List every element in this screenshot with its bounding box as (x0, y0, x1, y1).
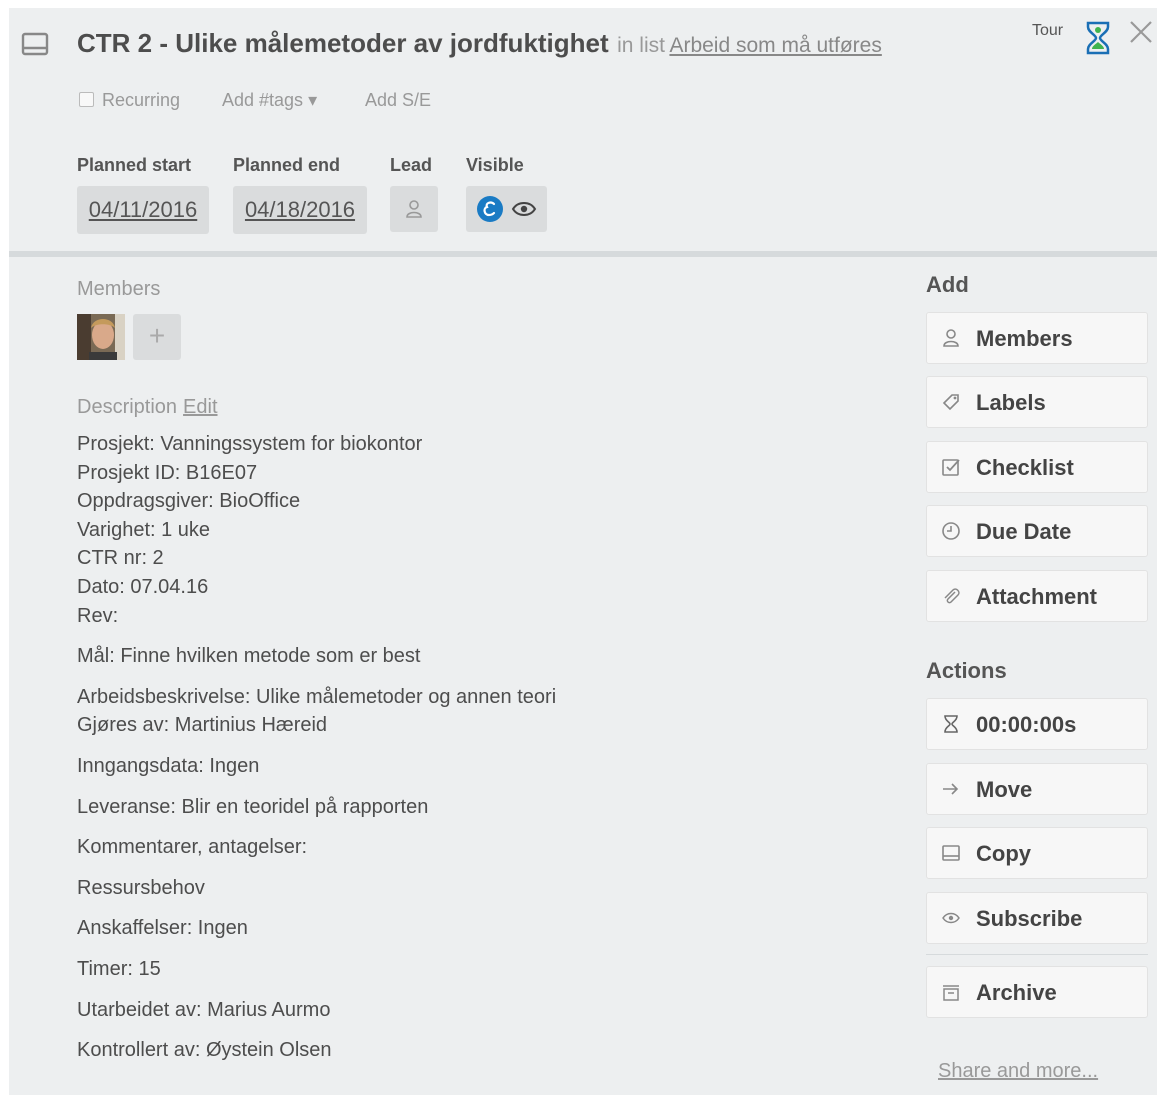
edit-description-link[interactable]: Edit (183, 396, 217, 418)
checklist-icon (942, 459, 960, 476)
share-and-more-link[interactable]: Share and more... (938, 1060, 1098, 1083)
planned-start-field[interactable]: 04/11/2016 (77, 186, 209, 234)
header-divider (9, 251, 1157, 257)
lead-picker[interactable] (390, 186, 438, 232)
copy-label: Copy (976, 841, 1031, 866)
tour-link[interactable]: Tour (1032, 22, 1063, 40)
arrow-right-icon (943, 783, 959, 795)
members-label: Members (77, 278, 161, 300)
description-line: Prosjekt ID: B16E07 (77, 461, 258, 484)
move-label: Move (976, 777, 1033, 802)
planned-start-label: Planned start (77, 155, 192, 175)
archive-label: Archive (976, 980, 1057, 1005)
add-members-label: Members (976, 326, 1073, 351)
planned-end-label: Planned end (233, 155, 341, 175)
description-line: Mål: Finne hvilken metode som er best (77, 645, 421, 668)
description-line: Prosjekt: Vanningssystem for biokontor (77, 433, 423, 455)
description-line: Anskaffelser: Ingen (77, 917, 248, 940)
description-label: Description (77, 396, 178, 418)
subscribe-button[interactable]: Subscribe (926, 892, 1148, 944)
add-checklist-label: Checklist (976, 455, 1074, 480)
description-line: Timer: 15 (77, 957, 161, 980)
in-list-prefix: in list (617, 34, 665, 57)
move-button[interactable]: Move (926, 763, 1148, 815)
tag-icon (942, 394, 959, 411)
description-line: Leveranse: Blir en teoridel på rapporten (77, 795, 429, 818)
card-header: CTR 2 - Ulike målemetoder av jordfuktigh… (9, 8, 1157, 251)
add-checklist-button[interactable]: Checklist (926, 441, 1148, 493)
card-detail-window: CTR 2 - Ulike målemetoder av jordfuktigh… (9, 8, 1157, 1095)
recurring-label: Recurring (102, 90, 181, 110)
description-line: Ressursbehov (77, 876, 205, 899)
close-icon[interactable] (1127, 18, 1155, 46)
description-line: Inngangsdata: Ingen (77, 754, 260, 777)
eye-icon (942, 912, 960, 924)
tour-icon[interactable] (1082, 20, 1114, 56)
card-icon (942, 845, 960, 861)
add-due-date-label: Due Date (976, 519, 1072, 544)
hourglass-icon (944, 715, 958, 733)
list-link[interactable]: Arbeid som må utføres (669, 34, 881, 57)
clock-icon (942, 522, 960, 540)
sidebar-divider (926, 954, 1148, 955)
archive-button[interactable]: Archive (926, 966, 1148, 1018)
description-body: Prosjekt: Vanningssystem for biokontor P… (77, 430, 897, 1065)
add-se-button[interactable]: Add S/E (365, 90, 431, 111)
member-photo (77, 314, 125, 360)
avatar[interactable] (77, 314, 125, 360)
description-line: Gjøres av: Martinius Hæreid (77, 714, 328, 737)
description-header: Description Edit (77, 396, 218, 419)
add-tags-button[interactable]: Add #tags ▾ (222, 90, 317, 111)
visibility-badge-icon (477, 196, 503, 222)
add-attachment-label: Attachment (976, 584, 1098, 609)
add-due-date-button[interactable]: Due Date (926, 505, 1148, 557)
recurring-checkbox[interactable] (79, 92, 94, 107)
add-labels-button[interactable]: Labels (926, 376, 1148, 428)
subscribe-label: Subscribe (976, 906, 1083, 931)
card-title[interactable]: CTR 2 - Ulike målemetoder av jordfuktigh… (77, 28, 609, 58)
timer-label: 00:00:00s (976, 712, 1077, 737)
add-labels-label: Labels (976, 390, 1046, 415)
person-icon (406, 200, 422, 218)
description-line: Varighet: 1 uke (77, 518, 211, 541)
person-icon (943, 329, 959, 347)
card-icon (21, 32, 49, 56)
description-line: Oppdragsgiver: BioOffice (77, 490, 301, 513)
description-line: Dato: 07.04.16 (77, 575, 209, 598)
visible-label: Visible (466, 155, 524, 175)
add-attachment-button[interactable]: Attachment (926, 570, 1148, 622)
visibility-picker[interactable] (466, 186, 547, 232)
recurring-toggle[interactable]: Recurring (79, 90, 180, 111)
archive-icon (943, 985, 959, 1001)
description-line: CTR nr: 2 (77, 547, 164, 570)
description-line: Kontrollert av: Øystein Olsen (77, 1039, 332, 1062)
timer-button[interactable]: 00:00:00s (926, 698, 1148, 750)
title-row: CTR 2 - Ulike målemetoder av jordfuktigh… (77, 28, 882, 59)
description-line: Arbeidsbeskrivelse: Ulike målemetoder og… (77, 685, 557, 708)
add-member-button[interactable]: + (133, 314, 181, 360)
lead-label: Lead (390, 155, 433, 175)
description-line: Rev: (77, 604, 119, 627)
add-members-button[interactable]: Members (926, 312, 1148, 364)
description-line: Kommentarer, antagelser: (77, 836, 308, 859)
eye-icon (511, 202, 537, 216)
add-heading: Add (926, 272, 969, 297)
paperclip-icon (944, 588, 960, 604)
actions-heading: Actions (926, 658, 1007, 683)
planned-end-field[interactable]: 04/18/2016 (233, 186, 367, 234)
copy-button[interactable]: Copy (926, 827, 1148, 879)
description-line: Utarbeidet av: Marius Aurmo (77, 998, 331, 1021)
